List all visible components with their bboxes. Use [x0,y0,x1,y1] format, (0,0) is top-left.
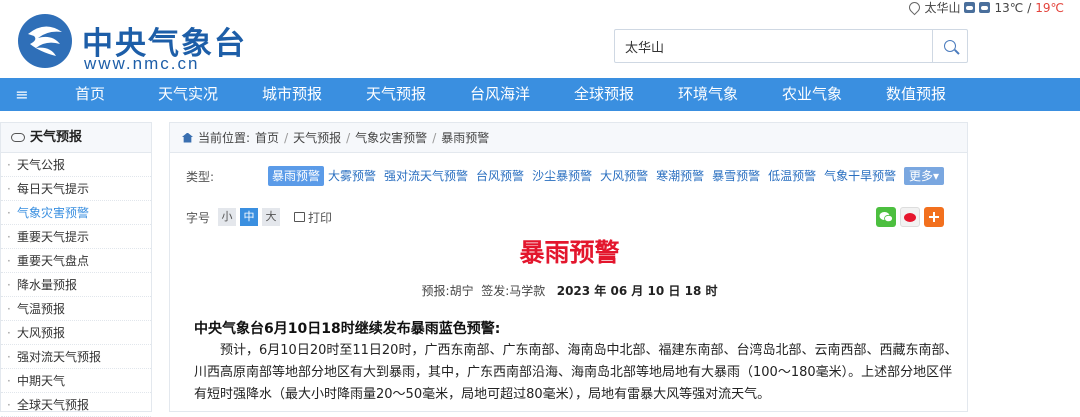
home-icon [182,132,193,143]
sidebar-item-bulletin[interactable]: 天气公报 [1,153,151,177]
nav-item-city-forecast[interactable]: 城市预报 [240,78,344,111]
type-drought[interactable]: 气象干旱预警 [820,166,900,186]
nav-item-environment[interactable]: 环境气象 [656,78,760,111]
nav-item-home[interactable]: 首页 [44,78,136,111]
sidebar-item-warnings[interactable]: 气象灾害预警 [1,201,151,225]
breadcrumb: 当前位置: 首页 / 天气预报 / 气象灾害预警 / 暴雨预警 [170,123,967,153]
nmc-logo-icon [18,14,72,68]
warning-type-filter: 类型: 暴雨预警 大雾预警 强对流天气预警 台风预警 沙尘暴预警 大风预警 寒潮… [186,165,954,187]
issuer-label: 预报: [421,284,450,298]
sidebar-item-important-tips[interactable]: 重要天气提示 [1,225,151,249]
cloudy-icon [979,2,991,13]
nav-item-agriculture[interactable]: 农业气象 [760,78,864,111]
type-items: 暴雨预警 大雾预警 强对流天气预警 台风预警 沙尘暴预警 大风预警 寒潮预警 暴… [268,166,900,186]
type-typhoon[interactable]: 台风预警 [472,166,528,186]
breadcrumb-warnings[interactable]: 气象灾害预警 [355,123,427,153]
breadcrumb-home[interactable]: 首页 [255,123,279,153]
font-small-button[interactable]: 小 [218,208,237,226]
print-button[interactable]: 打印 [294,209,332,226]
search-icon [944,40,956,52]
search-input[interactable] [615,30,933,62]
nav-items: 首页 天气实况 城市预报 天气预报 台风海洋 全球预报 环境气象 农业气象 数值… [44,78,968,111]
article-tools: 字号 小 中 大 打印 [186,207,954,227]
article-paragraph: 预计，6月10日20时至11日20时，广西东南部、广东南部、海南岛中北部、福建东… [194,343,958,402]
nav-item-weather-forecast[interactable]: 天气预报 [344,78,448,111]
article-headline: 中央气象台6月10日18时继续发布暴雨蓝色预警: [194,321,501,337]
nav-item-global[interactable]: 全球预报 [552,78,656,111]
breadcrumb-separator: / [432,130,437,145]
main-nav: ≡ 首页 天气实况 城市预报 天气预报 台风海洋 全球预报 环境气象 农业气象 … [0,78,1080,111]
main-content: 当前位置: 首页 / 天气预报 / 气象灾害预警 / 暴雨预警 类型: 暴雨预警… [169,122,968,412]
breadcrumb-separator: / [346,130,351,145]
temp-high: 19℃ [1035,0,1064,15]
nav-item-numerical[interactable]: 数值预报 [864,78,968,111]
type-fog[interactable]: 大雾预警 [324,166,380,186]
weather-location: 太华山 [924,1,961,15]
brand-url: www.nmc.cn [84,54,200,73]
type-low-temp[interactable]: 低温预警 [764,166,820,186]
breadcrumb-current[interactable]: 暴雨预警 [441,123,489,153]
print-label: 打印 [308,210,333,225]
signer-label: 签发: [481,284,510,298]
sidebar-title-text: 天气预报 [30,129,83,145]
search-box [614,29,968,63]
site-logo[interactable]: 中央气象台 www.nmc.cn [16,12,246,73]
sidebar-item-global[interactable]: 全球天气预报 [1,393,151,417]
breadcrumb-prefix: 当前位置: [198,130,251,145]
sidebar-item-temperature[interactable]: 气温预报 [1,297,151,321]
wechat-icon[interactable] [876,207,896,227]
top-weather[interactable]: 太华山 13℃ / 19℃ [907,0,1064,16]
type-snowstorm[interactable]: 暴雪预警 [708,166,764,186]
location-pin-icon [907,0,923,16]
nav-item-typhoon[interactable]: 台风海洋 [448,78,552,111]
signer-name: 马学款 [509,284,546,298]
sidebar-item-review[interactable]: 重要天气盘点 [1,249,151,273]
type-wind[interactable]: 大风预警 [596,166,652,186]
article-byline: 预报:胡宁 签发:马学款 2023 年 06 月 10 日 18 时 [170,282,969,299]
issue-date: 2023 年 06 月 10 日 18 时 [556,284,718,298]
breadcrumb-separator: / [284,130,289,145]
cloud-icon [11,133,25,142]
sidebar-item-daily-tips[interactable]: 每日天气提示 [1,177,151,201]
sidebar-item-wind[interactable]: 大风预报 [1,321,151,345]
weibo-icon[interactable] [900,207,920,227]
font-medium-button[interactable]: 中 [240,208,259,226]
type-label: 类型: [186,169,215,184]
type-sandstorm[interactable]: 沙尘暴预警 [528,166,596,186]
issuer-name: 胡宁 [449,284,474,298]
sidebar-title: 天气预报 [1,123,151,153]
temp-separator: / [1027,0,1032,15]
share-icons [876,207,944,227]
printer-icon [294,212,306,222]
type-convection[interactable]: 强对流天气预警 [380,166,472,186]
type-rainstorm[interactable]: 暴雨预警 [268,166,325,186]
menu-icon[interactable]: ≡ [0,78,44,111]
site-header: 中央气象台 www.nmc.cn 太华山 13℃ / 19℃ [0,0,1080,78]
breadcrumb-forecast[interactable]: 天气预报 [293,123,341,153]
sidebar: 天气预报 天气公报 每日天气提示 气象灾害预警 重要天气提示 重要天气盘点 降水… [0,122,152,417]
article-title: 暴雨预警 [519,238,620,267]
temp-low: 13℃ [994,0,1024,15]
partly-cloudy-icon [964,2,976,13]
sidebar-item-precipitation[interactable]: 降水量预报 [1,273,151,297]
nav-item-observation[interactable]: 天气实况 [136,78,240,111]
search-button[interactable] [932,30,967,62]
plus-share-icon[interactable] [924,207,944,227]
more-button[interactable]: 更多▾ [903,167,944,185]
type-cold-wave[interactable]: 寒潮预警 [652,166,708,186]
font-size-label: 字号 [186,210,211,225]
sidebar-item-convection[interactable]: 强对流天气预报 [1,345,151,369]
sidebar-item-medium-range[interactable]: 中期天气 [1,369,151,393]
font-large-button[interactable]: 大 [262,208,281,226]
